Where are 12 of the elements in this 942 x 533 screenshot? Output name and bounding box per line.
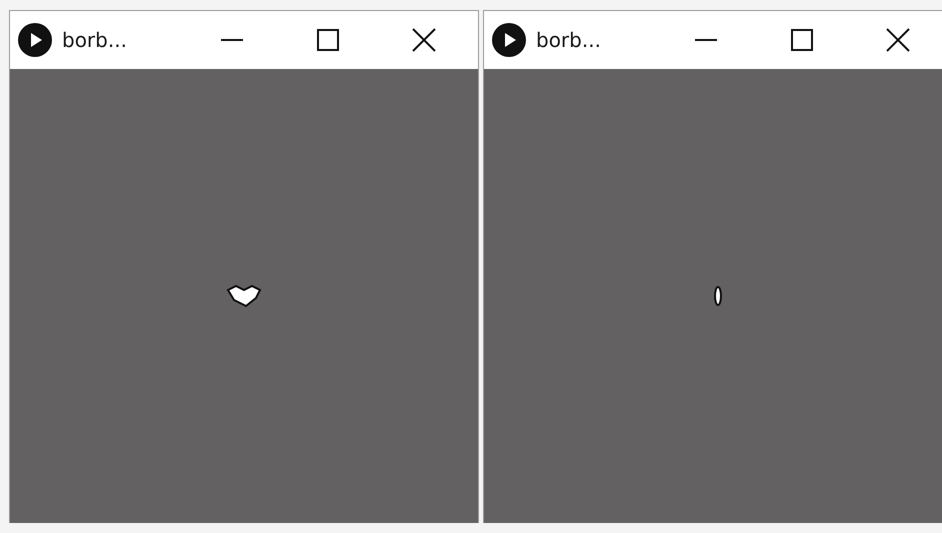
play-icon [492,23,526,57]
minimize-icon [221,39,243,41]
maximize-icon [791,29,813,51]
play-icon [18,23,52,57]
window-title: borb... [62,28,128,52]
maximize-icon [317,29,339,51]
minimize-icon [695,39,717,41]
close-icon [412,28,436,52]
sprite-drawing [714,286,722,306]
window-title: borb... [536,28,602,52]
sprite-drawing [226,284,262,308]
close-icon [886,28,910,52]
